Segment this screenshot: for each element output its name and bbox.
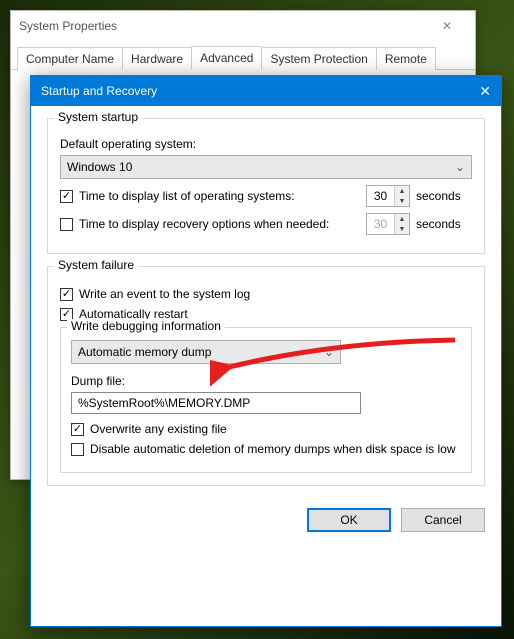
display-os-list-label: Time to display list of operating system… [79, 189, 295, 203]
dialog-buttons: OK Cancel [31, 508, 501, 546]
subgroup-title: Write debugging information [67, 319, 225, 333]
spin-buttons[interactable]: ▲▼ [395, 186, 409, 206]
tab-remote[interactable]: Remote [376, 47, 436, 70]
display-os-list-seconds[interactable]: 30 ▲▼ [366, 185, 410, 207]
chevron-down-icon: ⌄ [455, 160, 465, 174]
dump-file-input[interactable]: %SystemRoot%\MEMORY.DMP [71, 392, 361, 414]
overwrite-label: Overwrite any existing file [90, 422, 227, 436]
tab-advanced[interactable]: Advanced [191, 46, 262, 70]
dump-type-value: Automatic memory dump [78, 345, 211, 359]
display-recovery-seconds: 30 ▲▼ [366, 213, 410, 235]
ok-button[interactable]: OK [307, 508, 391, 532]
chevron-down-icon: ⌄ [324, 345, 334, 359]
dump-file-value: %SystemRoot%\MEMORY.DMP [78, 396, 250, 410]
checkbox-overwrite[interactable] [71, 423, 84, 436]
ok-label: OK [340, 513, 357, 527]
debug-info-subgroup: Write debugging information Automatic me… [60, 327, 472, 473]
spin-buttons: ▲▼ [395, 214, 409, 234]
default-os-select[interactable]: Windows 10 ⌄ [60, 155, 472, 179]
checkbox-disable-delete[interactable] [71, 443, 84, 456]
write-event-label: Write an event to the system log [79, 287, 250, 301]
checkbox-display-os-list[interactable] [60, 190, 73, 203]
checkbox-write-event[interactable] [60, 288, 73, 301]
checkbox-display-recovery[interactable] [60, 218, 73, 231]
chevron-up-icon: ▲ [395, 214, 409, 224]
spin-value[interactable]: 30 [367, 186, 395, 206]
group-title: System failure [54, 258, 138, 272]
system-failure-group: System failure Write an event to the sys… [47, 266, 485, 486]
group-title: System startup [54, 110, 142, 124]
default-os-label: Default operating system: [60, 137, 472, 151]
parent-title-text: System Properties [19, 19, 117, 33]
close-icon[interactable]: ✕ [427, 19, 467, 33]
chevron-up-icon[interactable]: ▲ [395, 186, 409, 196]
chevron-down-icon: ▼ [395, 224, 409, 234]
display-recovery-label: Time to display recovery options when ne… [79, 217, 329, 231]
system-startup-group: System startup Default operating system:… [47, 118, 485, 254]
close-icon[interactable]: ✕ [461, 83, 491, 100]
seconds-unit: seconds [416, 189, 472, 203]
dialog-titlebar: Startup and Recovery ✕ [31, 76, 501, 106]
startup-and-recovery-dialog: Startup and Recovery ✕ System startup De… [30, 75, 502, 627]
cancel-button[interactable]: Cancel [401, 508, 485, 532]
default-os-value: Windows 10 [67, 160, 132, 174]
dump-file-label: Dump file: [71, 374, 461, 388]
parent-titlebar: System Properties ✕ [11, 11, 475, 41]
seconds-unit: seconds [416, 217, 472, 231]
tab-computer-name[interactable]: Computer Name [17, 47, 123, 70]
spin-value: 30 [367, 214, 395, 234]
disable-delete-label: Disable automatic deletion of memory dum… [90, 442, 456, 456]
cancel-label: Cancel [424, 513, 461, 527]
chevron-down-icon[interactable]: ▼ [395, 196, 409, 206]
tab-hardware[interactable]: Hardware [122, 47, 192, 70]
dialog-title-text: Startup and Recovery [41, 84, 157, 98]
dump-type-select[interactable]: Automatic memory dump ⌄ [71, 340, 341, 364]
tab-strip: Computer Name Hardware Advanced System P… [11, 45, 475, 70]
tab-system-protection[interactable]: System Protection [261, 47, 376, 70]
